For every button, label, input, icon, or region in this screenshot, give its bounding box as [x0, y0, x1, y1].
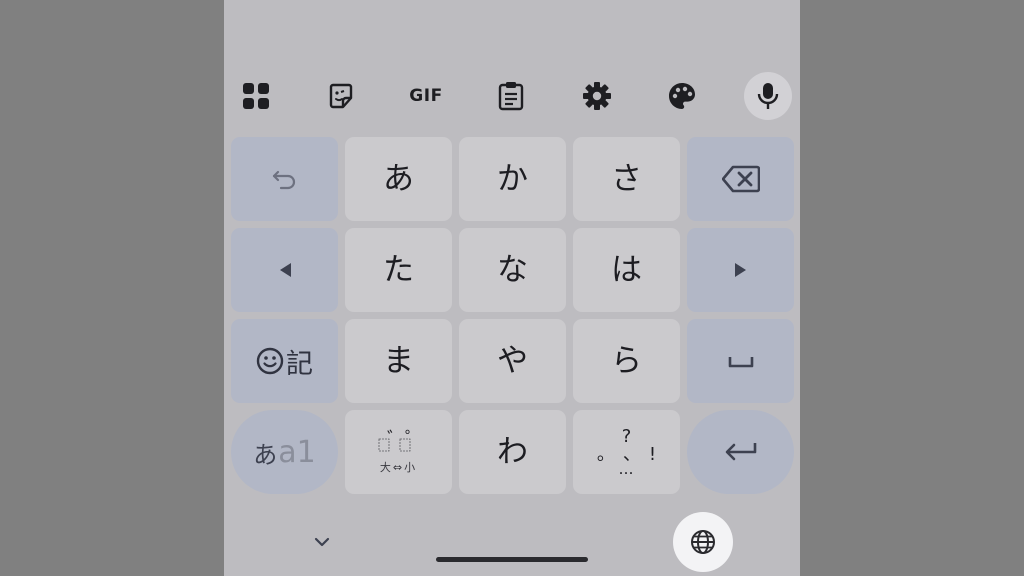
- dakuten-small-key[interactable]: ゛゜ 大⇔小: [345, 410, 452, 494]
- key-ka[interactable]: か: [459, 137, 566, 221]
- enter-key[interactable]: [687, 410, 794, 494]
- arrow-left-icon: [279, 263, 291, 277]
- punctuation-key[interactable]: ? 。 、 ! …: [573, 410, 680, 494]
- key-ra[interactable]: ら: [573, 319, 680, 403]
- cursor-right-key[interactable]: [687, 228, 794, 312]
- key-ma[interactable]: ま: [345, 319, 452, 403]
- dakuten-sub-label: 大⇔小: [379, 461, 418, 474]
- key-label: な: [497, 251, 528, 288]
- key-label: や: [497, 342, 528, 379]
- symbol-label: 記: [286, 348, 313, 380]
- exclamation-label: !: [648, 443, 657, 465]
- emoji-symbol-key[interactable]: 記: [231, 319, 338, 403]
- key-label: ら: [611, 342, 642, 379]
- key-label: わ: [497, 433, 528, 470]
- chevron-down-icon[interactable]: [308, 528, 336, 556]
- space-key[interactable]: [687, 319, 794, 403]
- navigation-bar: [224, 500, 800, 576]
- undo-key[interactable]: [231, 137, 338, 221]
- arrow-right-icon: [734, 263, 746, 277]
- backspace-icon: [721, 165, 760, 193]
- question-mark-label: ?: [621, 425, 632, 447]
- kana-alphanumeric-switch-key[interactable]: あ a1: [231, 410, 338, 494]
- key-ha[interactable]: は: [573, 228, 680, 312]
- dakuten-marks: ゛゜: [369, 429, 429, 457]
- key-a[interactable]: あ: [345, 137, 452, 221]
- space-icon: [728, 357, 753, 368]
- globe-icon[interactable]: [673, 512, 733, 572]
- ellipsis-label: …: [618, 459, 635, 478]
- enter-icon: [725, 443, 756, 461]
- key-na[interactable]: な: [459, 228, 566, 312]
- key-label: か: [497, 160, 528, 197]
- key-wa[interactable]: わ: [459, 410, 566, 494]
- undo-icon: [272, 170, 295, 190]
- home-indicator[interactable]: [436, 557, 588, 562]
- dakuten-text: ゛゜: [387, 429, 423, 450]
- dakuten-glyph: ゛゜: [378, 429, 423, 452]
- key-ta[interactable]: た: [345, 228, 452, 312]
- key-label: さ: [611, 160, 642, 197]
- key-label: あ: [383, 160, 414, 197]
- cursor-left-key[interactable]: [231, 228, 338, 312]
- period-label: 。: [596, 443, 615, 465]
- smiley-icon: [256, 347, 284, 375]
- key-label: た: [383, 251, 414, 288]
- backspace-key[interactable]: [687, 137, 794, 221]
- keyboard-screen: GIF あ か さ た な は 記 ま や ら あ a1 ゛゜ 大⇔小 わ ? …: [224, 0, 800, 576]
- kana-label: あ: [253, 440, 278, 469]
- key-label: ま: [383, 342, 414, 379]
- keyboard-keys: あ か さ た な は 記 ま や ら あ a1 ゛゜ 大⇔小 わ ? 。 、 …: [224, 0, 800, 576]
- key-sa[interactable]: さ: [573, 137, 680, 221]
- alphanumeric-label: a1: [278, 434, 316, 470]
- key-label: は: [611, 251, 642, 288]
- key-ya[interactable]: や: [459, 319, 566, 403]
